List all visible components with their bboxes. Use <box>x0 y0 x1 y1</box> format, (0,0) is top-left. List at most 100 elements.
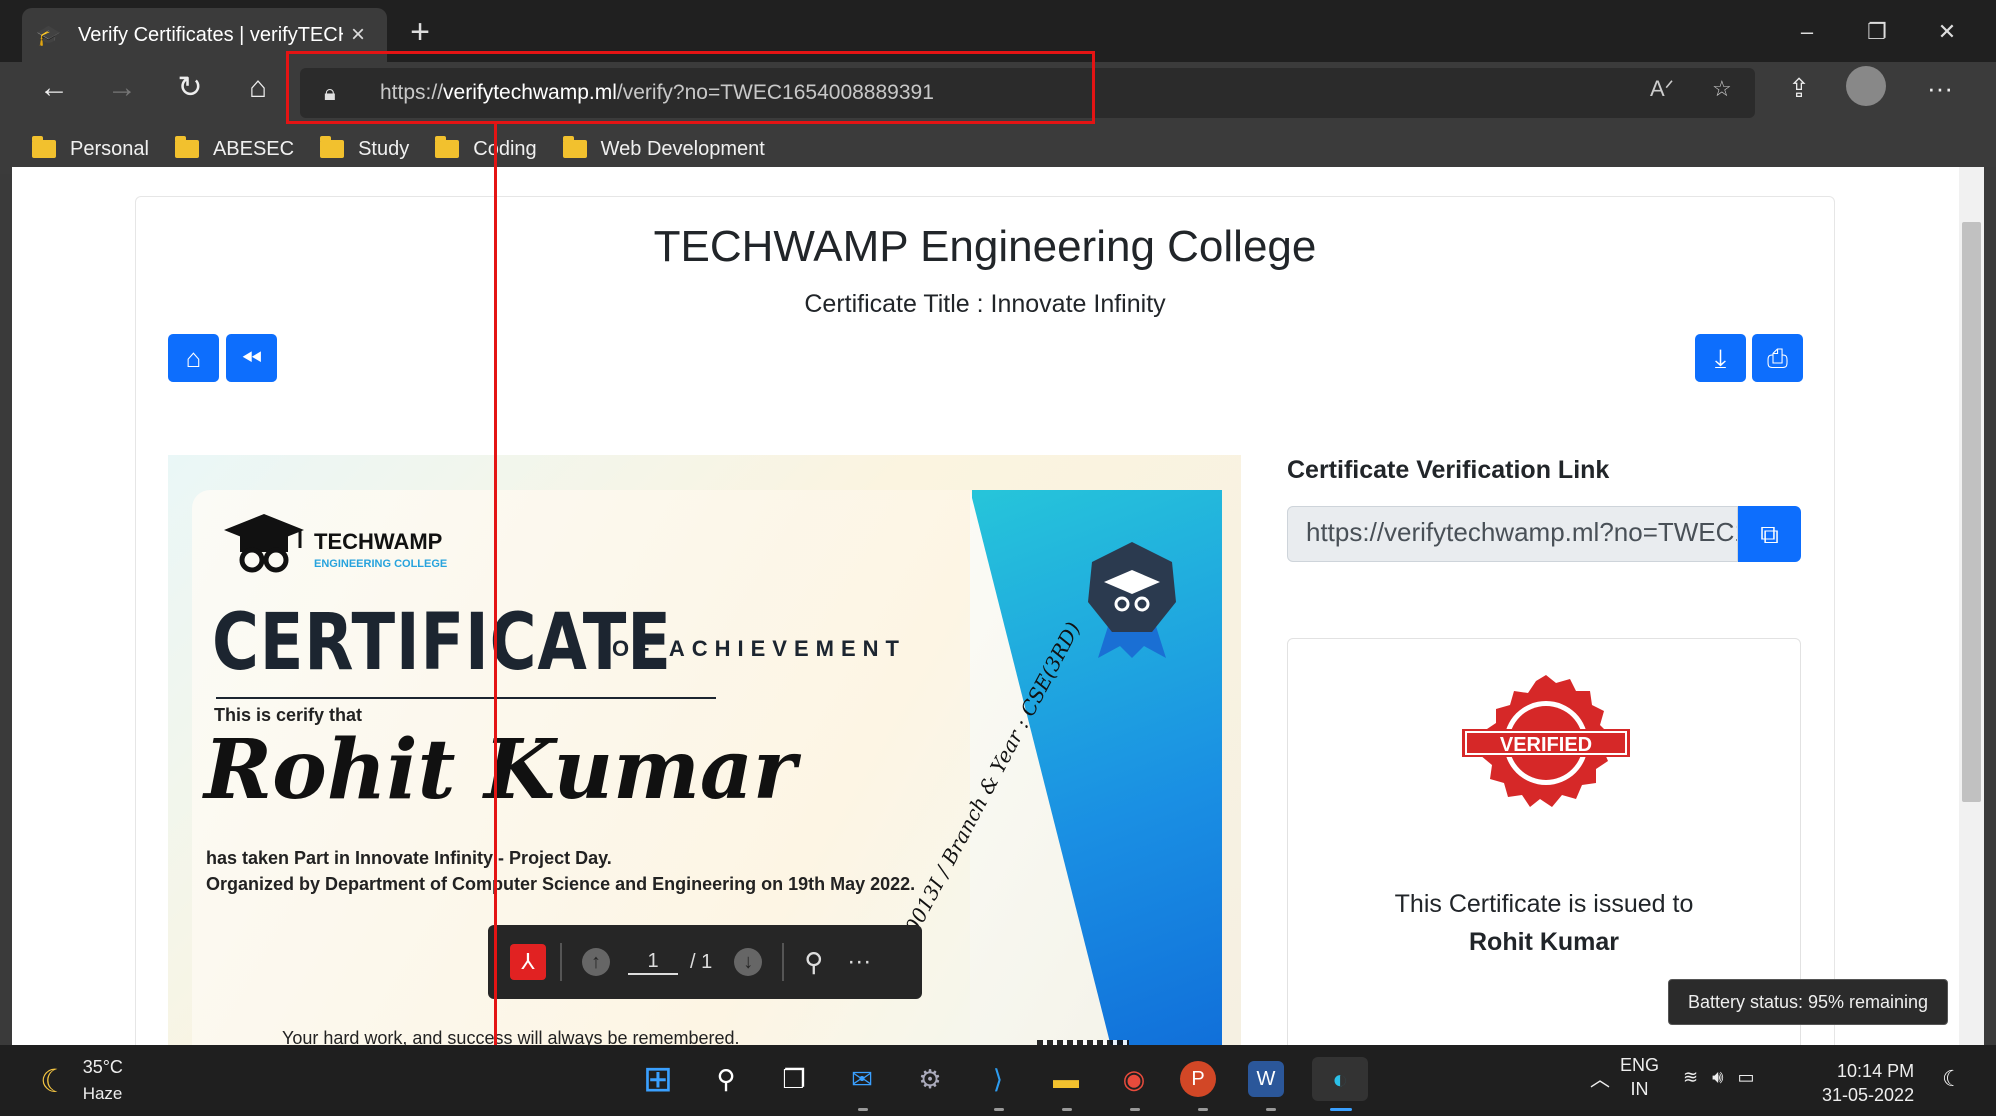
time: 10:14 PM <box>1837 1061 1915 1081</box>
verification-link-input[interactable]: https://verifytechwamp.ml?no=TWEC1654008… <box>1287 506 1738 562</box>
pdf-toolbar: ⅄ ↑ 1 / 1 ↓ ⚲ ··· <box>488 925 922 999</box>
notification-moon-icon[interactable]: ☾ <box>1930 1057 1974 1101</box>
bookmark-personal[interactable]: Personal <box>32 136 149 161</box>
certificate-footer: Your hard work, and success will always … <box>282 1028 740 1045</box>
bookmark-coding[interactable]: Coding <box>435 136 537 161</box>
pdf-page-total: / 1 <box>690 950 713 973</box>
college-title: TECHWAMP Engineering College <box>653 222 1317 271</box>
running-indicator <box>1130 1108 1140 1111</box>
file-explorer-icon[interactable]: ▬ <box>1044 1057 1088 1101</box>
windows-start-icon[interactable]: ⊞ <box>636 1057 680 1101</box>
certificate-subheading: OF ACHIEVEMENT <box>612 636 906 661</box>
search-icon[interactable]: ⚲ <box>704 1057 748 1101</box>
edge-icon[interactable]: ◐ <box>1312 1057 1368 1101</box>
pdf-page-input[interactable]: 1 <box>628 950 678 975</box>
volume-icon[interactable]: 🔊︎ <box>1712 1067 1723 1088</box>
profile-avatar[interactable] <box>1846 66 1886 106</box>
restore-icon[interactable]: ❐ <box>1842 10 1912 54</box>
new-tab-button[interactable]: + <box>400 12 440 52</box>
annotation-line <box>494 124 497 1116</box>
running-indicator <box>1062 1108 1072 1111</box>
printer-icon: ⎙ <box>1767 343 1788 373</box>
verified-seal-icon: VERIFIED <box>1462 675 1630 807</box>
close-window-icon[interactable]: ✕ <box>1912 10 1982 54</box>
url-highlight-box <box>286 51 1095 124</box>
bookmark-abesec[interactable]: ABESEC <box>174 136 294 161</box>
home-button[interactable]: ⌂ <box>168 334 219 382</box>
chrome-icon[interactable]: ◉ <box>1112 1057 1156 1101</box>
folder-icon <box>320 136 345 158</box>
rewind-icon: ⏪︎ <box>241 343 262 373</box>
close-tab-icon[interactable]: × <box>343 21 373 49</box>
previous-page-icon[interactable]: ↑ <box>582 948 610 976</box>
print-button[interactable]: ⎙ <box>1752 334 1803 382</box>
issued-to-name: Rohit Kumar <box>1469 928 1619 956</box>
home-icon: ⌂ <box>185 343 202 373</box>
active-indicator <box>1330 1108 1352 1111</box>
copy-link-button[interactable]: ⧉ <box>1738 506 1801 562</box>
folder-icon <box>562 136 587 158</box>
running-indicator <box>994 1108 1004 1111</box>
running-indicator <box>1266 1108 1276 1111</box>
certificate-heading: CERTIFICATE <box>212 598 672 688</box>
bookmark-study[interactable]: Study <box>320 136 409 161</box>
verification-link-label: Certificate Verification Link <box>1287 456 1610 484</box>
bookmark-web-development[interactable]: Web Development <box>562 136 765 161</box>
back-button[interactable]: ⏪︎ <box>226 334 277 382</box>
certificate-line-1: has taken Part in Innovate Infinity - Pr… <box>206 848 612 868</box>
task-view-icon[interactable]: ❐ <box>772 1057 816 1101</box>
running-indicator <box>1198 1108 1208 1111</box>
issued-to-text: This Certificate is issued to <box>1394 890 1694 918</box>
settings-icon[interactable]: ⚙ <box>908 1057 952 1101</box>
certificate-logo-sub: ENGINEERING COLLEGE <box>314 558 448 570</box>
temperature: 35°C <box>82 1057 123 1077</box>
wifi-icon[interactable]: ≋ <box>1683 1067 1698 1088</box>
recipient-name: Rohit Kumar <box>204 722 797 818</box>
language-indicator[interactable]: ENG IN <box>1620 1053 1659 1101</box>
add-favorite-icon[interactable]: ☆ <box>1712 76 1732 102</box>
next-page-icon[interactable]: ↓ <box>734 948 763 976</box>
running-indicator <box>858 1108 868 1111</box>
download-icon: ⤓ <box>1714 343 1727 373</box>
mail-icon[interactable]: ✉ <box>840 1057 884 1101</box>
separator <box>782 943 785 981</box>
refresh-icon[interactable]: ↻ <box>166 64 214 112</box>
separator <box>560 943 562 981</box>
word-icon[interactable]: W <box>1248 1061 1284 1097</box>
powerpoint-icon[interactable]: P <box>1180 1061 1216 1097</box>
minimize-icon[interactable]: – <box>1772 10 1842 54</box>
folder-icon <box>32 136 56 158</box>
copy-icon: ⧉ <box>1760 519 1779 549</box>
download-button[interactable]: ⤓ <box>1695 334 1746 382</box>
home-icon[interactable]: ⌂ <box>234 64 282 112</box>
certificate-logo-name: TECHWAMP <box>314 529 443 554</box>
acrobat-icon[interactable]: ⅄ <box>510 944 546 980</box>
scrollbar-thumb[interactable] <box>1962 222 1981 802</box>
share-icon[interactable]: ⇪ <box>1775 64 1823 112</box>
more-icon[interactable]: ··· <box>847 948 871 976</box>
weather-widget[interactable]: ☾ 35°C Haze <box>40 1057 123 1104</box>
taskbar: ☾ 35°C Haze ⊞ ⚲ ❐ ✉ ⚙ ⟩ ▬ ◉ P W ◐ ︿ ENG … <box>0 1045 1996 1116</box>
divider <box>216 697 716 699</box>
system-tray: ︿ ENG IN ≋ 🔊︎ ▭ <box>1590 1053 1754 1101</box>
clock[interactable]: 10:14 PM 31-05-2022 <box>1822 1059 1914 1107</box>
tab-title: Verify Certificates | verifyTECHWAMP <box>78 23 343 46</box>
certificate-title: Certificate Title : Innovate Infinity <box>804 290 1166 318</box>
forward-icon[interactable]: → <box>98 64 146 112</box>
battery-icon[interactable]: ▭ <box>1737 1067 1754 1088</box>
date: 31-05-2022 <box>1822 1085 1915 1105</box>
verified-seal-text: VERIFIED <box>1500 734 1592 756</box>
folder-icon <box>435 136 460 158</box>
award-badge-icon <box>1088 542 1176 658</box>
weather-condition: Haze <box>82 1084 123 1103</box>
back-icon[interactable]: ← <box>30 64 78 112</box>
graduation-cap-icon: 🎓 <box>36 24 61 47</box>
certificate-line-2: Organized by Department of Computer Scie… <box>206 874 916 894</box>
vscode-icon[interactable]: ⟩ <box>976 1057 1020 1101</box>
chevron-up-icon[interactable]: ︿ <box>1590 1063 1610 1092</box>
read-aloud-icon[interactable]: Aᐟ <box>1650 76 1674 102</box>
search-icon[interactable]: ⚲ <box>804 947 823 978</box>
battery-tooltip: Battery status: 95% remaining <box>1668 979 1948 1025</box>
graduation-cap-logo-icon <box>224 514 304 573</box>
more-options-icon[interactable]: ··· <box>1916 64 1964 112</box>
